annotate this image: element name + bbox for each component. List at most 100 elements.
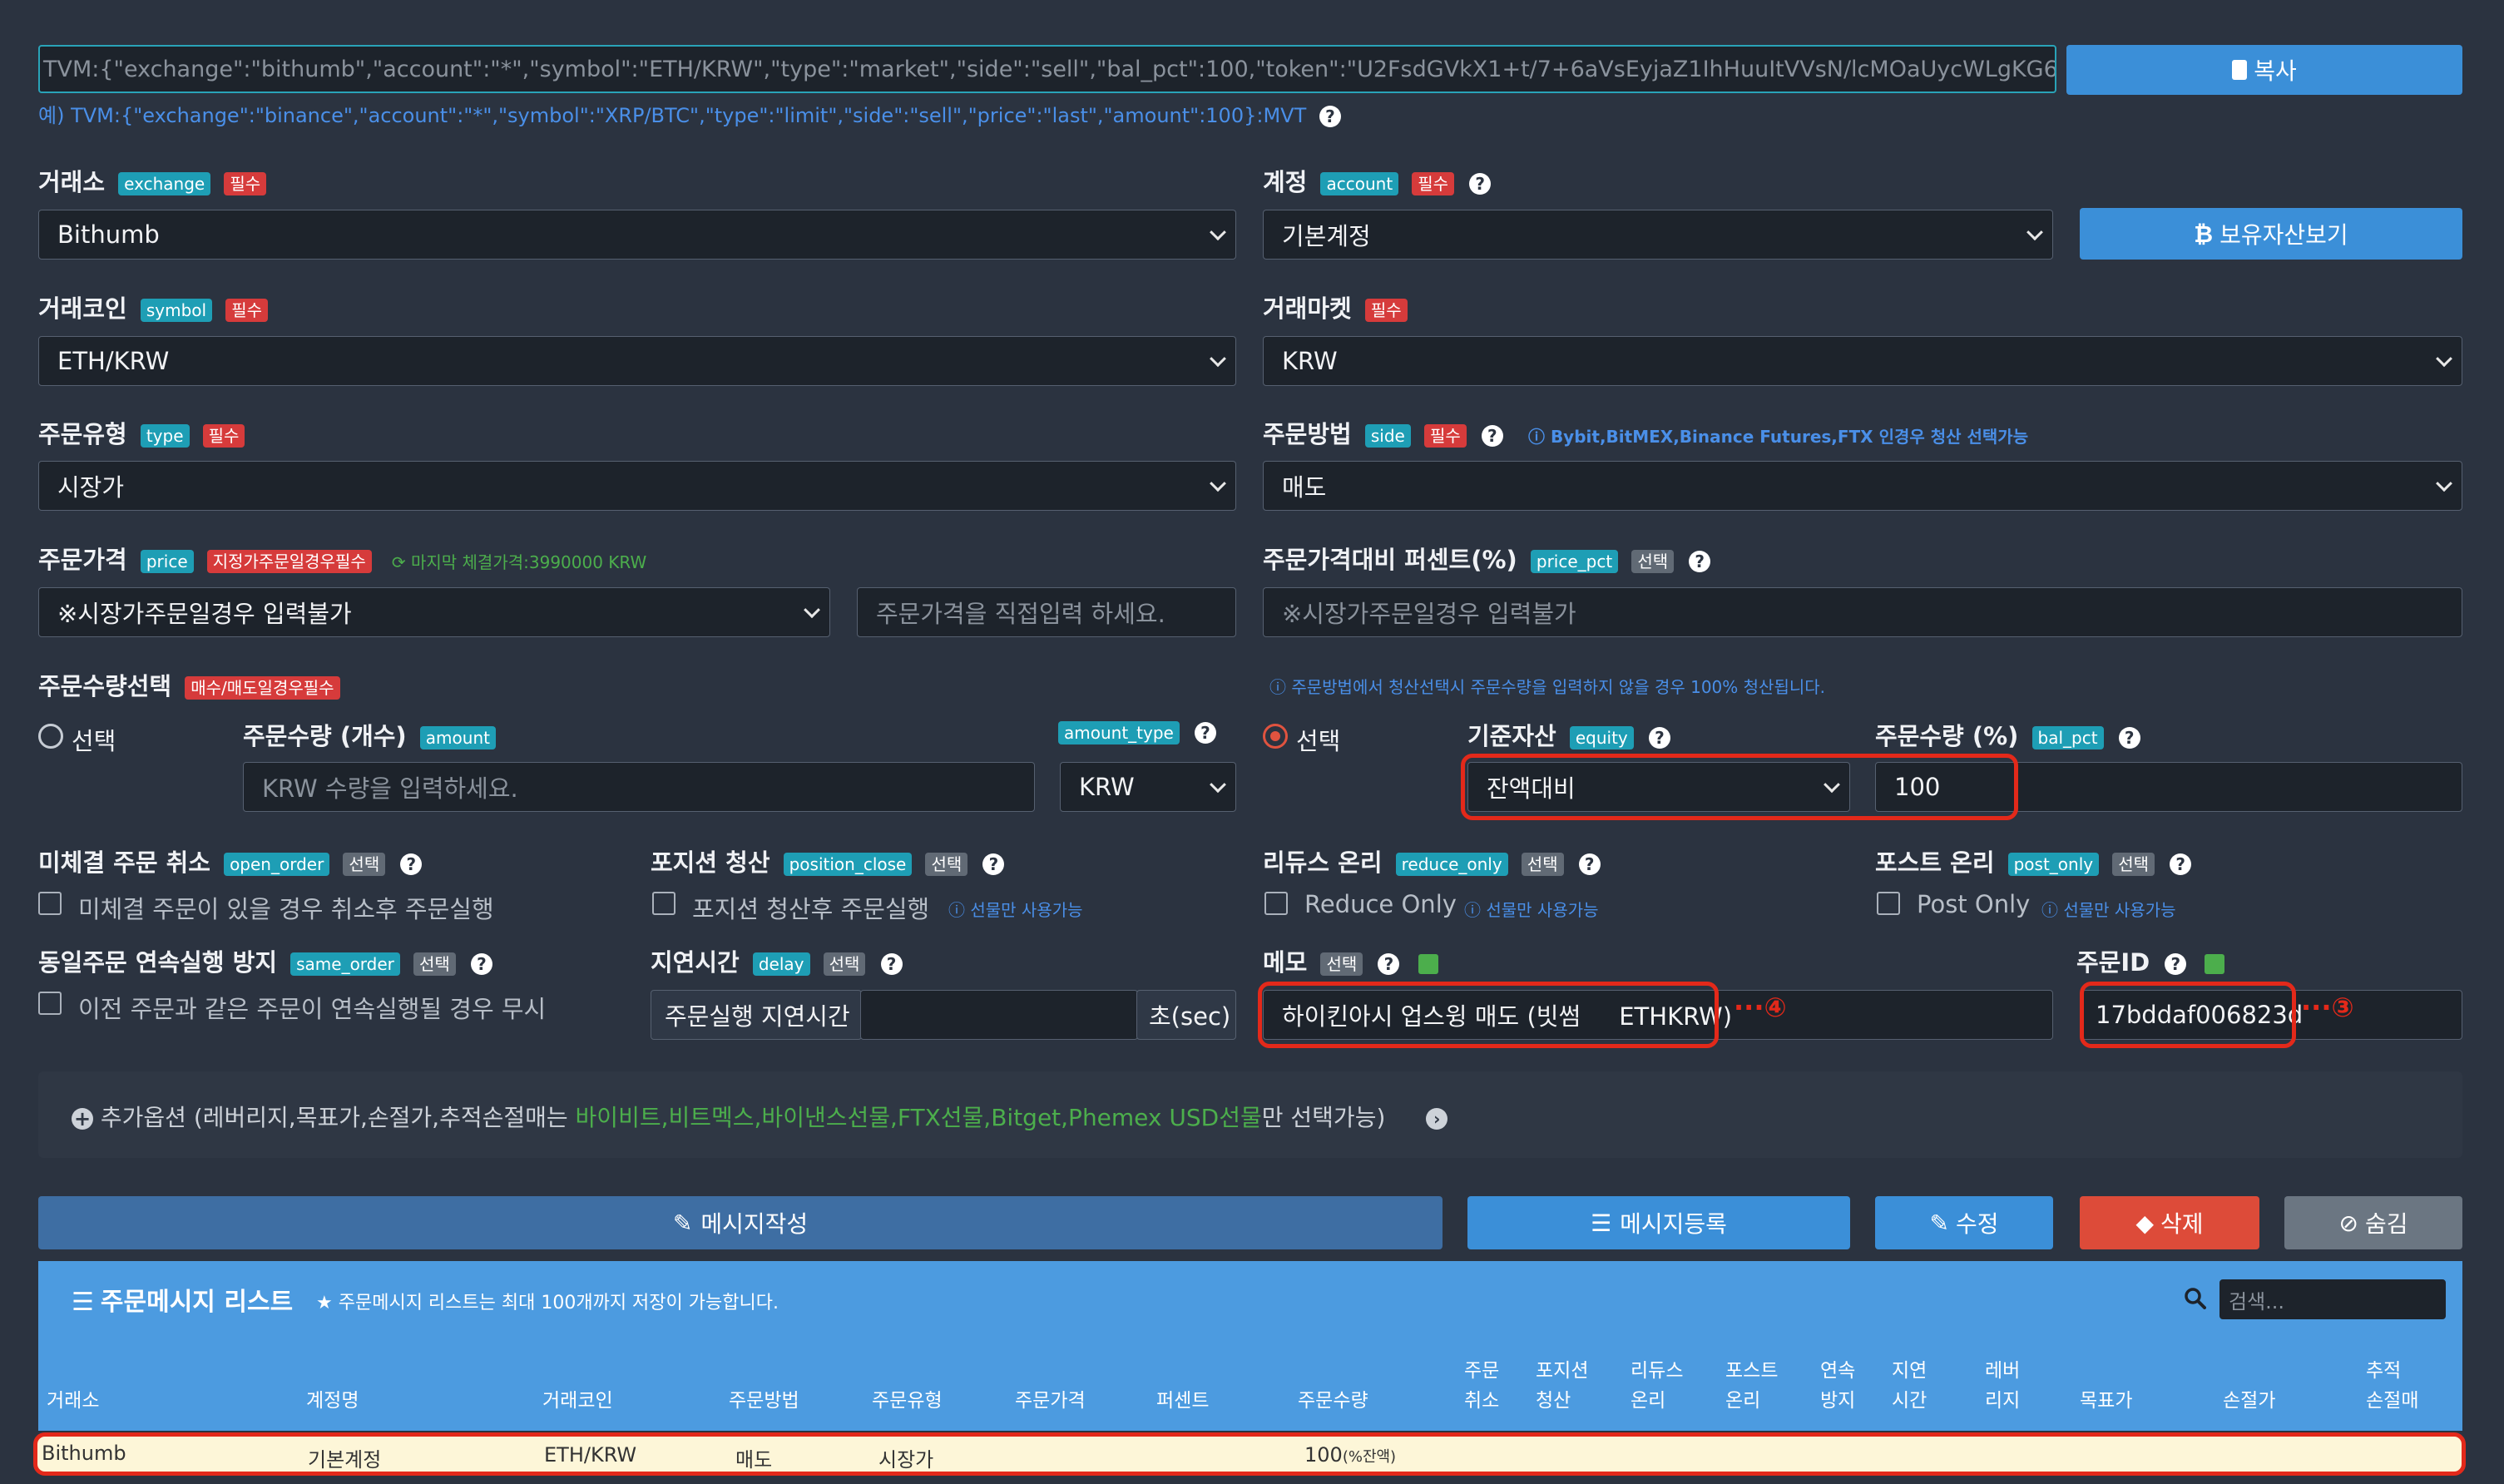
qty-amount-radio[interactable] — [38, 724, 63, 749]
help-icon[interactable]: ? — [1194, 722, 1216, 744]
chevron-down-icon — [2436, 350, 2452, 368]
help-icon[interactable]: ? — [2165, 953, 2187, 975]
column-header[interactable]: 주문가격 — [1015, 1356, 1086, 1416]
price-input[interactable]: 주문가격을 직접입력 하세요. — [857, 587, 1236, 637]
note-text: 선물만 사용가능 — [2063, 900, 2176, 920]
qty-balance-radio[interactable] — [1263, 724, 1288, 749]
tag-badge: amount — [419, 726, 496, 749]
column-header[interactable]: 연속 방지 — [1820, 1356, 1855, 1416]
column-header[interactable]: 주문 취소 — [1464, 1356, 1499, 1416]
table-row[interactable] — [33, 1432, 2466, 1476]
qty-info: ⓘ 주문방법에서 청산선택시 주문수량을 입력하지 않을 경우 100% 청산됩… — [1269, 677, 1825, 697]
help-icon[interactable]: ? — [2118, 727, 2140, 749]
optional-badge: 선택 — [343, 853, 386, 876]
compose-label: 메시지작성 — [700, 1210, 809, 1238]
list-check-icon: ☰ — [72, 1288, 94, 1317]
tag-badge: account — [1320, 172, 1399, 195]
row-type: 시장가 — [878, 1448, 934, 1472]
column-header[interactable]: 목표가 — [2080, 1356, 2132, 1416]
help-icon[interactable]: ? — [1469, 173, 1492, 195]
type-value: 시장가 — [57, 473, 125, 502]
open-order-checkbox[interactable] — [38, 892, 62, 915]
column-header[interactable]: 주문수량 — [1298, 1356, 1368, 1416]
column-header[interactable]: 지연 시간 — [1892, 1356, 1927, 1416]
market-select[interactable]: KRW — [1263, 336, 2462, 386]
price-select[interactable]: ※시장가주문일경우 입력불가 — [38, 587, 830, 637]
copy-icon[interactable] — [1418, 954, 1438, 974]
help-icon[interactable]: ? — [1378, 953, 1400, 975]
price-pct-input[interactable]: ※시장가주문일경우 입력불가 — [1263, 587, 2462, 637]
type-select[interactable]: 시장가 — [38, 461, 1236, 511]
optional-badge: 선택 — [1320, 952, 1363, 976]
account-select[interactable]: 기본계정 — [1263, 210, 2053, 260]
amount-type-select[interactable]: KRW — [1060, 762, 1236, 812]
help-icon[interactable]: ? — [400, 853, 423, 875]
equity-highlight — [1461, 754, 2018, 820]
eye-slash-icon: ⊘ — [2338, 1209, 2358, 1237]
amount-label: 주문수량 (개수) amount — [243, 717, 496, 752]
side-select[interactable]: 매도 — [1263, 461, 2462, 511]
column-header[interactable]: 리듀스 온리 — [1631, 1356, 1683, 1416]
edit-button[interactable]: ✎ 수정 — [1875, 1196, 2053, 1249]
hide-button[interactable]: ⊘ 숨김 — [2284, 1196, 2462, 1249]
amount-input[interactable]: KRW 수량을 입력하세요. — [243, 762, 1035, 812]
tag-badge: post_only — [2007, 853, 2100, 876]
register-label: 메시지등록 — [1620, 1210, 1727, 1238]
copy-button[interactable]: 복사 — [2066, 45, 2462, 95]
help-icon[interactable]: ? — [1648, 727, 1670, 749]
row-exchange: Bithumb — [42, 1442, 126, 1465]
column-header[interactable]: 포스트 온리 — [1725, 1356, 1778, 1416]
post-only-checkbox[interactable] — [1877, 892, 1900, 915]
open-order-label: 미체결 주문 취소 open_order 선택 ? — [38, 843, 423, 878]
search-icon[interactable] — [2185, 1288, 2206, 1309]
compose-message-button[interactable]: ✎ 메시지작성 — [38, 1196, 1443, 1249]
reduce-only-checkbox[interactable] — [1264, 892, 1288, 915]
help-icon[interactable]: ? — [1578, 853, 1601, 875]
help-icon[interactable]: ? — [1481, 425, 1503, 447]
help-icon[interactable]: ? — [982, 853, 1005, 875]
amount-label-text: 주문수량 (개수) — [243, 722, 407, 750]
order-id-label: 주문ID ? — [2076, 943, 2225, 978]
column-header[interactable]: 포지션 청산 — [1536, 1356, 1588, 1416]
delete-button[interactable]: ◆ 삭제 — [2080, 1196, 2259, 1249]
view-assets-button[interactable]: ₿ 보유자산보기 — [2080, 208, 2462, 260]
delay-input[interactable] — [860, 990, 1138, 1040]
column-header[interactable]: 계정명 — [306, 1356, 359, 1416]
symbol-select[interactable]: ETH/KRW — [38, 336, 1236, 386]
same-order-checkbox[interactable] — [38, 992, 62, 1015]
copy-icon[interactable] — [2205, 954, 2225, 974]
column-header[interactable]: 퍼센트 — [1156, 1356, 1209, 1416]
exchange-select[interactable]: Bithumb — [38, 210, 1236, 260]
column-header[interactable]: 거래소 — [47, 1356, 99, 1416]
help-icon[interactable]: ? — [1319, 106, 1341, 127]
position-close-checkbox[interactable] — [652, 892, 675, 915]
tag-badge: equity — [1569, 726, 1634, 749]
position-close-text: 포지션 청산후 주문실행 — [692, 895, 930, 923]
side-label-text: 주문방법 — [1263, 420, 1352, 448]
column-header[interactable]: 레버 리지 — [1985, 1356, 2020, 1416]
eraser-icon: ◆ — [2135, 1209, 2154, 1237]
column-header[interactable]: 추적 손절매 — [2366, 1356, 2418, 1416]
help-icon[interactable]: ? — [470, 953, 492, 975]
clipboard-icon — [2232, 60, 2248, 80]
column-header[interactable]: 주문방법 — [729, 1356, 799, 1416]
column-header-line2: 방지 — [1820, 1390, 1856, 1412]
column-header[interactable]: 손절가 — [2223, 1356, 2275, 1416]
help-icon[interactable]: ? — [2170, 853, 2192, 875]
account-label-text: 계정 — [1263, 168, 1308, 196]
optional-badge: 선택 — [2112, 853, 2155, 876]
register-message-button[interactable]: ☰ 메시지등록 — [1467, 1196, 1850, 1249]
amount-placeholder: KRW 수량을 입력하세요. — [262, 774, 518, 803]
list-title-text: 주문메시지 리스트 — [100, 1288, 294, 1317]
message-output[interactable]: TVM:{"exchange":"bithumb","account":"*",… — [38, 45, 2056, 93]
search-input[interactable]: 검색... — [2219, 1279, 2446, 1319]
column-header-line1 — [1298, 1356, 1368, 1386]
column-header[interactable]: 주문유형 — [872, 1356, 943, 1416]
help-icon[interactable]: ? — [880, 953, 903, 975]
list-note: ★ 주문메시지 리스트는 최대 100개까지 저장이 가능합니다. — [316, 1288, 779, 1314]
search-placeholder: 검색... — [2229, 1289, 2285, 1313]
column-header-line2: 취소 — [1464, 1390, 1500, 1412]
column-header[interactable]: 거래코인 — [542, 1356, 613, 1416]
same-order-label: 동일주문 연속실행 방지 same_order 선택 ? — [38, 943, 492, 978]
help-icon[interactable]: ? — [1689, 551, 1711, 572]
